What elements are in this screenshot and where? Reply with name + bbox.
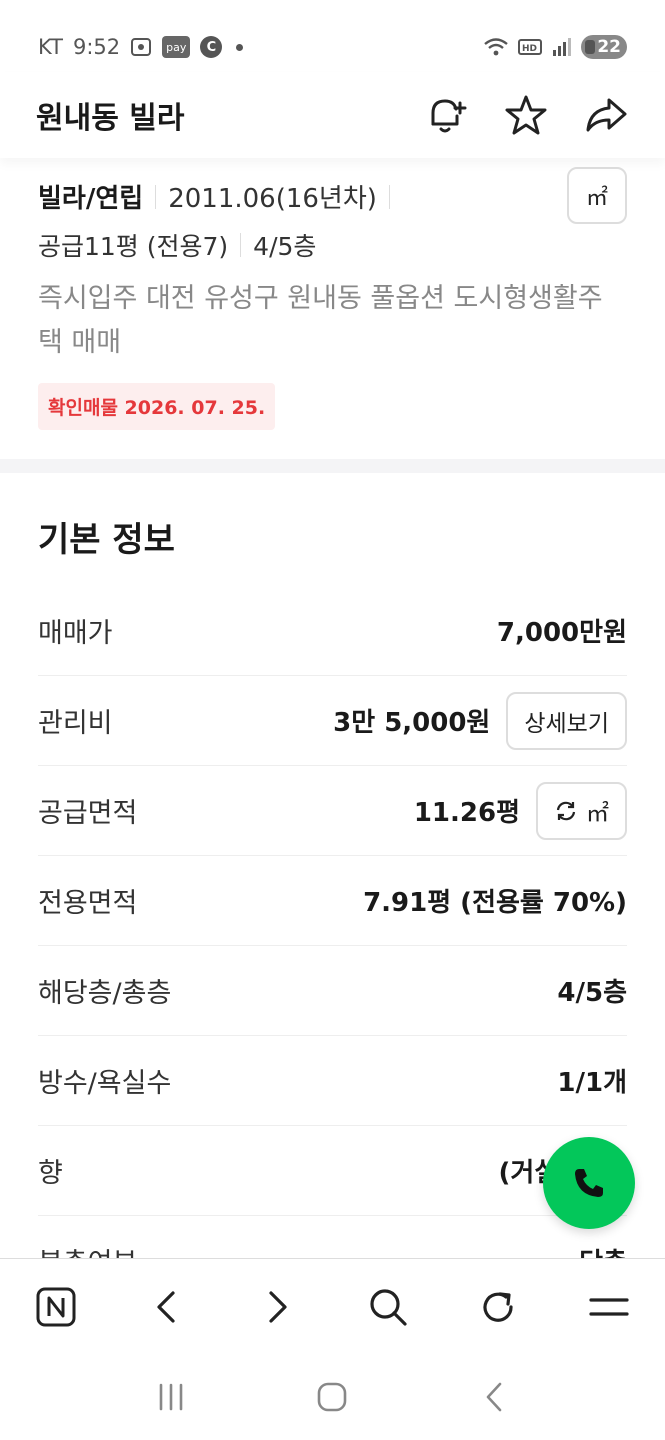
status-bar: KT 9:52 pay C HD 22 [0, 0, 665, 72]
info-value-group: 11.26평 ㎡ [413, 781, 627, 840]
phone-icon [575, 1169, 603, 1197]
share-icon[interactable] [583, 92, 629, 138]
home-icon[interactable] [314, 1379, 350, 1415]
section-title: 기본 정보 [38, 520, 175, 560]
forward-icon[interactable] [255, 1285, 299, 1329]
divider [240, 233, 242, 257]
refresh-icon[interactable] [476, 1285, 520, 1329]
svg-text:HD: HD [522, 44, 537, 54]
call-button[interactable] [543, 1137, 635, 1229]
favorite-star-icon[interactable] [503, 92, 549, 138]
hd-voice-icon: HD [518, 39, 542, 55]
info-value: 3만 5,000원 [333, 708, 491, 738]
wifi-icon [484, 38, 508, 56]
header-actions [423, 92, 629, 138]
property-type: 빌라/연립 [38, 184, 144, 214]
page-title: 원내동 빌라 [36, 101, 185, 136]
status-right: HD 22 [483, 22, 627, 72]
notification-dot-icon [236, 43, 244, 51]
unit-convert-button[interactable]: ㎡ [536, 781, 627, 840]
c-app-icon: C [200, 36, 223, 58]
summary-line-2: 공급11평 (전용7) 4/5층 [38, 227, 627, 263]
info-label: 향 [38, 1158, 63, 1189]
divider [155, 184, 157, 209]
info-value: 7.91평 (전용률 70%) [363, 888, 627, 918]
info-row-maintenance: 관리비 3만 5,000원 상세보기 [38, 676, 627, 766]
back-icon[interactable] [145, 1285, 189, 1329]
system-nav-bar [0, 1354, 665, 1440]
pay-icon: pay [162, 36, 191, 58]
naver-home-icon[interactable] [34, 1285, 78, 1329]
info-row-supply-area: 공급면적 11.26평 ㎡ [38, 766, 627, 856]
carrier-label: KT [38, 35, 63, 59]
built-year: 2011.06(16년차) [168, 184, 377, 214]
unit-label: ㎡ [586, 800, 609, 827]
info-row-price: 매매가 7,000만원 [38, 586, 627, 676]
info-value: 7,000만원 [496, 618, 627, 648]
info-row-direction: 향 (거실 기준) [38, 1126, 627, 1216]
info-value: 4/5층 [557, 978, 627, 1008]
detail-view-button[interactable]: 상세보기 [506, 691, 627, 750]
info-value-group: 3만 5,000원 상세보기 [333, 691, 627, 750]
info-label: 관리비 [38, 708, 113, 739]
listing-description: 즉시입주 대전 유성구 원내동 풀옵션 도시형생활주택 매매 [38, 283, 603, 358]
info-row-exclusive-area: 전용면적 7.91평 (전용률 70%) [38, 856, 627, 946]
floor-summary: 4/5층 [253, 232, 317, 261]
info-label: 방수/욕실수 [38, 1068, 172, 1099]
menu-icon[interactable] [587, 1285, 631, 1329]
info-label: 해당층/총층 [38, 978, 172, 1009]
battery-icon: 22 [581, 35, 627, 59]
info-value: 1/1개 [557, 1068, 627, 1098]
info-row-floor: 해당층/총층 4/5층 [38, 946, 627, 1036]
info-value: 11.26평 [413, 798, 520, 828]
clock: 9:52 [72, 35, 121, 59]
app-header: 원내동 빌라 [0, 72, 665, 158]
summary-line-1: 빌라/연립 2011.06(16년차) [38, 178, 627, 215]
info-row-rooms: 방수/욕실수 1/1개 [38, 1036, 627, 1126]
signal-icon [553, 38, 571, 56]
screenshot-icon [131, 38, 152, 56]
listing-summary: 빌라/연립 2011.06(16년차) 공급11평 (전용7) 4/5층 즉시입… [0, 158, 665, 430]
unit-toggle-button[interactable]: ㎡ [567, 167, 627, 224]
refresh-icon [556, 801, 576, 820]
status-left: KT 9:52 pay C [38, 22, 244, 72]
system-back-icon[interactable] [476, 1379, 512, 1415]
section-divider [0, 459, 665, 473]
recent-apps-icon[interactable] [153, 1379, 189, 1415]
info-label: 공급면적 [38, 798, 138, 829]
divider [388, 184, 390, 209]
area-summary: 공급11평 (전용7) [38, 232, 229, 261]
info-label: 매매가 [38, 618, 113, 649]
browser-toolbar [0, 1258, 665, 1354]
notification-add-icon[interactable] [423, 92, 469, 138]
info-label: 전용면적 [38, 888, 138, 919]
verified-badge: 확인매물 2026. 07. 25. [38, 383, 276, 430]
search-icon[interactable] [366, 1285, 410, 1329]
basic-info-list: 매매가 7,000만원 관리비 3만 5,000원 상세보기 공급면적 11.2… [38, 586, 627, 1306]
